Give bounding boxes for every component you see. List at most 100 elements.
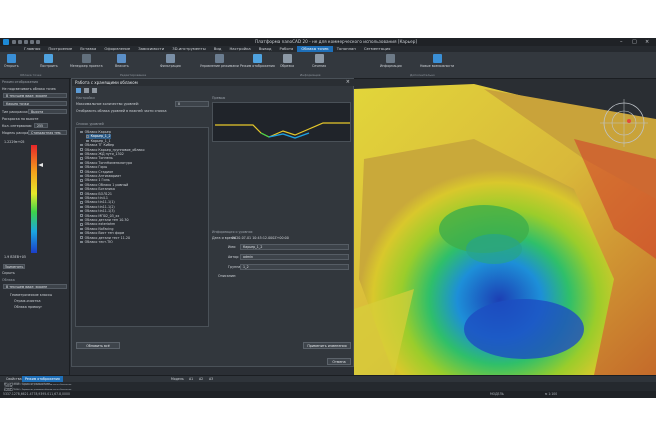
tree-checkbox[interactable] [80, 218, 83, 222]
group-input[interactable]: 1_2 [240, 264, 349, 270]
tree-checkbox[interactable] [80, 223, 83, 226]
ribbon-button-9[interactable]: Информация [380, 54, 402, 68]
ribbon-button-6[interactable]: Режим отображения [240, 54, 275, 68]
intervals-input[interactable]: 255 [34, 123, 48, 128]
status-bar: 5337.1278,6621.4778,9395.011,67.8,0000 М… [0, 391, 656, 398]
ribbon-icon-2 [81, 54, 91, 63]
max-levels-input[interactable]: 0 [175, 101, 209, 107]
ribbon-button-5[interactable]: Управление режимами [200, 54, 239, 68]
tree-checkbox[interactable] [80, 240, 83, 244]
tree-checkbox[interactable] [80, 183, 83, 187]
apply-changes-button[interactable]: Применить изменения [303, 342, 351, 349]
ribbon-button-8[interactable]: Сечения [312, 54, 326, 68]
tree-item-label: Облако ТоннНоменклатура [84, 160, 133, 165]
open-icon[interactable] [18, 40, 22, 44]
point-cloud-viewport[interactable] [354, 79, 656, 375]
clouds-section-label: Облака [2, 278, 15, 282]
tree-checkbox[interactable] [86, 139, 89, 143]
tree-checkbox[interactable] [80, 227, 83, 231]
ribbon-icon-6 [252, 54, 262, 63]
tree-checkbox[interactable] [80, 209, 83, 213]
ribbon-icon-4 [165, 54, 175, 63]
copy-level-icon[interactable] [84, 88, 89, 93]
delete-level-icon[interactable] [92, 88, 97, 93]
color-scale-bar [31, 145, 43, 253]
tree-checkbox[interactable] [80, 205, 83, 209]
save-icon[interactable] [24, 40, 28, 44]
tree-checkbox[interactable] [80, 165, 83, 169]
apply-button[interactable]: Применить [3, 264, 25, 269]
model-mode-indicator[interactable]: МОДЕЛЬ [490, 391, 504, 398]
author-label: Автор: [228, 255, 240, 259]
undo-icon[interactable] [30, 40, 34, 44]
ribbon-button-label: Сечения [312, 64, 327, 68]
color-type-select[interactable]: Высота [28, 109, 67, 114]
tree-checkbox[interactable] [80, 192, 83, 195]
cloud-select[interactable]: Карьер точки [3, 101, 67, 106]
ribbon-button-3[interactable]: Вписать [115, 54, 129, 68]
reflection-item[interactable]: Отраж.очистка [14, 299, 41, 303]
tree-item[interactable]: Облако тест.ТЮ [80, 240, 113, 244]
tree-checkbox[interactable] [80, 179, 83, 182]
preview-label: Превью [212, 96, 226, 100]
tree-checkbox[interactable] [80, 143, 83, 147]
ribbon-icon-3 [117, 54, 127, 63]
hide-label[interactable]: Скрыть [2, 271, 15, 275]
cloud-view-select[interactable]: В текущем виде: экране [3, 284, 67, 289]
show-levels-checkbox[interactable]: Отобразить облака уровней в нижней части… [76, 109, 167, 113]
coordinates-readout: 5337.1278,6621.4778,9395.011,67.8,0000 [3, 392, 70, 396]
ribbon-button-10[interactable]: Новые возможности [420, 54, 454, 68]
tree-item-label: Облако ЖД пути_1302 [84, 152, 124, 156]
tree-checkbox[interactable] [80, 174, 83, 178]
tree-item-label: Облако Тоннель [84, 156, 113, 161]
preview-panel [212, 102, 351, 142]
author-input[interactable]: admin [240, 254, 349, 260]
dialog-close-icon[interactable]: × [346, 79, 350, 86]
tree-checkbox[interactable] [80, 214, 83, 217]
tree-item-label: Облако Вист тен форм [84, 231, 125, 236]
maximize-icon[interactable]: □ [632, 39, 637, 45]
tree-item-label: Облако детали тест 11.20 [84, 235, 131, 240]
tree-item-label: Облако Облако 1 ровный [84, 182, 129, 187]
new-icon[interactable] [12, 40, 16, 44]
settings-label: Настройки [76, 96, 95, 100]
title-bar: Платформа nanoCAD 20 - не для коммерческ… [0, 38, 656, 46]
tree-checkbox[interactable] [80, 130, 83, 134]
name-input[interactable]: Карьер_1_2 [240, 244, 349, 250]
ribbon-button-4[interactable]: Фильтрация [160, 54, 181, 68]
tree-item-label: Облако tin11.1(1) [84, 200, 115, 205]
view-cube-compass[interactable] [598, 97, 650, 149]
redo-icon[interactable] [36, 40, 40, 44]
tree-checkbox[interactable] [80, 161, 83, 165]
scale-min-label: 1.9 ВЗЕВ+05 [4, 255, 26, 259]
tree-checkbox[interactable] [80, 236, 83, 239]
ribbon-button-0[interactable]: Открыть [4, 54, 19, 68]
app-logo-icon[interactable] [3, 39, 9, 45]
view-select[interactable]: В текущем виде: экране [3, 93, 67, 98]
save-level-icon[interactable] [76, 88, 81, 93]
model-select[interactable]: Стандартная тем. [28, 130, 67, 135]
ribbon-button-7[interactable]: Обрезка [280, 54, 294, 68]
close-window-icon[interactable]: × [645, 39, 649, 45]
tree-checkbox[interactable] [80, 152, 83, 156]
tree-checkbox[interactable] [80, 201, 83, 204]
tree-item-label: Облако Карьер_групповое_облако [84, 147, 145, 152]
tree-checkbox[interactable] [80, 157, 83, 160]
tree-item-label: Облако Антиквариат [84, 174, 122, 178]
cancel-button[interactable]: Отмена [327, 358, 351, 365]
tree-checkbox[interactable] [86, 135, 89, 138]
scale-indicator[interactable]: м 1:100 [545, 391, 557, 398]
rect-clouds-item[interactable]: Облака прямоуг [14, 305, 42, 309]
tree-checkbox[interactable] [80, 196, 83, 200]
geometric-classes-item[interactable]: Геометрические классы [10, 293, 52, 297]
tree-checkbox[interactable] [80, 187, 83, 191]
tree-checkbox[interactable] [80, 231, 83, 235]
ribbon-button-2[interactable]: Менеджер проекта [70, 54, 103, 68]
minimize-icon[interactable]: – [620, 39, 623, 45]
ribbon-button-1[interactable]: Построить [40, 54, 58, 68]
tree-checkbox[interactable] [80, 148, 83, 151]
update-all-button[interactable]: Обновить всё [76, 342, 120, 349]
tree-checkbox[interactable] [80, 170, 83, 173]
highlight-checkbox-label[interactable]: Не подсвечивать облако точек [2, 87, 56, 91]
tree-item-label: Карьер_1_2 [90, 134, 111, 139]
